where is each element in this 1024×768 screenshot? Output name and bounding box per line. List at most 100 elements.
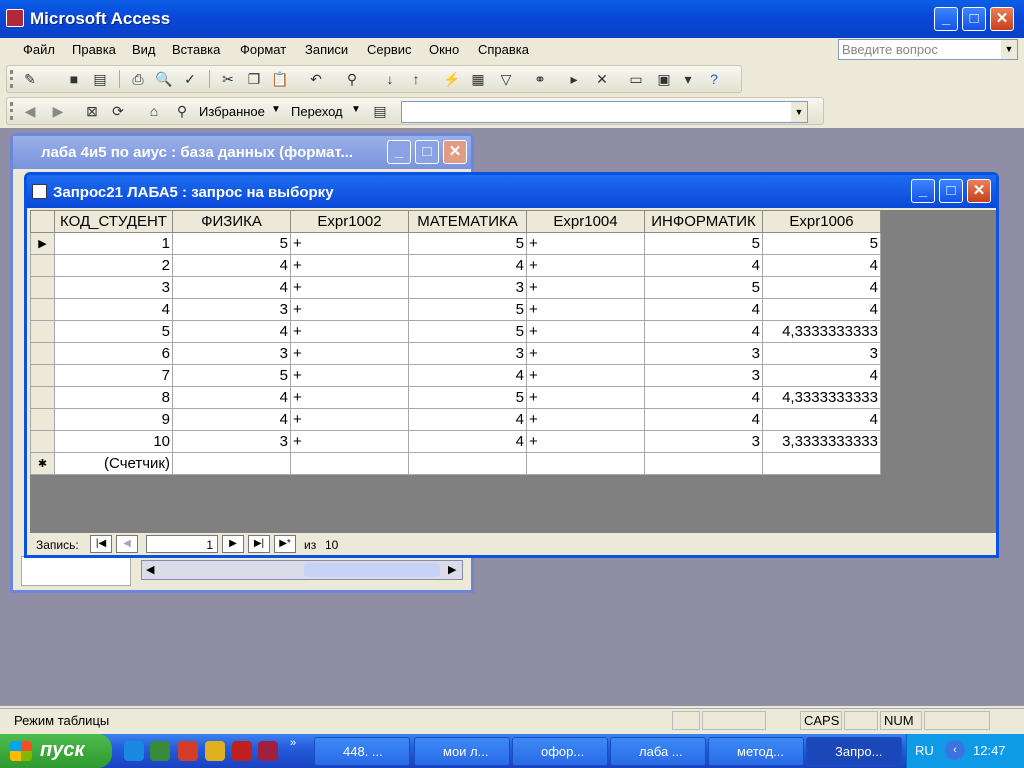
table-cell[interactable]: 3 — [172, 342, 291, 365]
menu-records[interactable]: Записи — [305, 42, 348, 57]
record-selector[interactable] — [30, 342, 55, 365]
query-window[interactable]: Запрос21 ЛАБА5 : запрос на выборку _ □ ✕… — [24, 172, 999, 558]
cut-icon[interactable]: ✂ — [217, 68, 239, 90]
go-menu[interactable]: Переход — [291, 104, 343, 119]
chevron-down-icon[interactable]: ▼ — [351, 104, 361, 115]
maximize-button[interactable]: □ — [415, 140, 439, 164]
column-header[interactable]: ФИЗИКА — [172, 210, 291, 233]
previous-record-button[interactable]: ◀ — [116, 535, 138, 553]
save-icon[interactable]: ■ — [63, 68, 85, 90]
table-cell[interactable]: 4 — [54, 298, 173, 321]
favorites-menu[interactable]: Избранное — [199, 104, 265, 119]
table-cell[interactable]: + — [290, 232, 409, 255]
table-cell[interactable]: + — [290, 320, 409, 343]
table-cell[interactable]: 4 — [408, 254, 527, 277]
show-only-web-toolbar-icon[interactable]: ▤ — [369, 100, 391, 122]
forward-icon[interactable]: ▶ — [47, 100, 69, 122]
current-record-indicator[interactable]: ▶ — [30, 232, 55, 255]
taskbar-button[interactable]: метод... — [708, 737, 804, 766]
last-record-button[interactable]: ▶| — [248, 535, 270, 553]
table-cell[interactable]: 5 — [408, 320, 527, 343]
table-cell[interactable]: 4 — [762, 364, 881, 387]
table-cell[interactable]: 4 — [762, 276, 881, 299]
table-cell[interactable]: + — [290, 276, 409, 299]
table-cell[interactable]: 4 — [172, 386, 291, 409]
stop-icon[interactable]: ⊠ — [81, 100, 103, 122]
table-cell[interactable]: 2 — [54, 254, 173, 277]
table-cell[interactable]: 5 — [408, 298, 527, 321]
column-header[interactable]: КОД_СТУДЕНТ — [54, 210, 173, 233]
winamp-icon[interactable] — [205, 741, 225, 761]
maximize-button[interactable]: □ — [962, 7, 986, 31]
ask-question-box[interactable]: Введите вопрос ▼ — [838, 39, 1018, 60]
table-cell[interactable]: 4 — [172, 254, 291, 277]
column-header[interactable]: Expr1004 — [526, 210, 645, 233]
menu-window[interactable]: Окно — [429, 42, 459, 57]
table-cell[interactable]: 4 — [172, 276, 291, 299]
table-cell[interactable] — [290, 452, 409, 475]
table-cell[interactable]: 4 — [644, 298, 763, 321]
table-cell[interactable]: 5 — [172, 364, 291, 387]
new-record-button[interactable]: ▶* — [274, 535, 296, 553]
opera-icon[interactable] — [178, 741, 198, 761]
scroll-thumb[interactable] — [304, 563, 440, 577]
new-record-icon[interactable]: ▸ — [563, 68, 585, 90]
table-cell[interactable]: 5 — [172, 232, 291, 255]
language-indicator[interactable]: RU — [915, 743, 934, 758]
table-cell[interactable]: 3 — [172, 430, 291, 453]
chevron-right-icon[interactable]: » — [290, 737, 296, 749]
print-preview-icon[interactable]: 🔍 — [153, 68, 175, 90]
chevron-down-icon[interactable]: ▼ — [271, 104, 281, 115]
table-cell[interactable]: 3 — [762, 342, 881, 365]
table-cell[interactable]: 3 — [408, 342, 527, 365]
table-cell[interactable]: + — [526, 232, 645, 255]
horizontal-scrollbar[interactable]: ◀ ▶ — [141, 560, 463, 580]
table-cell[interactable]: + — [526, 386, 645, 409]
table-cell[interactable]: 10 — [54, 430, 173, 453]
table-cell[interactable]: 3 — [644, 364, 763, 387]
minimize-button[interactable]: _ — [387, 140, 411, 164]
copy-icon[interactable]: ❐ — [243, 68, 265, 90]
menu-help[interactable]: Справка — [478, 42, 529, 57]
record-selector[interactable] — [30, 386, 55, 409]
database-window-icon[interactable]: ▭ — [625, 68, 647, 90]
filter-by-selection-icon[interactable]: ⚡ — [441, 68, 463, 90]
ie-icon[interactable] — [124, 741, 144, 761]
chevron-down-icon[interactable]: ▾ — [677, 68, 699, 90]
start-button[interactable]: пуск — [0, 734, 112, 768]
menu-file[interactable]: Файл — [23, 42, 55, 57]
table-cell[interactable]: + — [290, 298, 409, 321]
record-selector[interactable] — [30, 430, 55, 453]
table-cell[interactable]: + — [526, 298, 645, 321]
table-cell[interactable] — [526, 452, 645, 475]
back-icon[interactable]: ◀ — [19, 100, 41, 122]
close-button[interactable]: ✕ — [967, 179, 991, 203]
record-selector[interactable] — [30, 276, 55, 299]
table-cell[interactable]: + — [526, 364, 645, 387]
table-cell[interactable]: 5 — [762, 232, 881, 255]
table-cell[interactable]: 3 — [408, 276, 527, 299]
table-row[interactable]: 6 3 +3 +3 3 — [30, 342, 881, 365]
taskbar-button[interactable]: 448. ... — [314, 737, 410, 766]
column-header[interactable]: Expr1006 — [762, 210, 881, 233]
table-cell[interactable] — [408, 452, 527, 475]
table-cell[interactable]: + — [290, 364, 409, 387]
table-row[interactable]: ▶ 1 5 +5 +5 5 — [30, 232, 881, 255]
taskbar-button[interactable]: мои л... — [414, 737, 510, 766]
table-row[interactable]: 2 4 +4 +4 4 — [30, 254, 881, 277]
select-all-cell[interactable] — [30, 210, 55, 233]
new-record-row[interactable]: ✱ (Счетчик) — [30, 452, 881, 475]
table-row[interactable]: 5 4 +5 +4 4,3333333333 — [30, 320, 881, 343]
taskbar-button[interactable]: офор... — [512, 737, 608, 766]
table-cell[interactable]: 4 — [644, 386, 763, 409]
spelling-icon[interactable]: ✓ — [179, 68, 201, 90]
table-cell[interactable]: 3 — [644, 342, 763, 365]
menu-view[interactable]: Вид — [132, 42, 156, 57]
record-selector[interactable] — [30, 298, 55, 321]
chevron-left-icon[interactable]: ‹ — [945, 740, 965, 760]
sort-descending-icon[interactable]: ↑ — [405, 68, 427, 90]
table-cell[interactable]: 3 — [172, 298, 291, 321]
record-selector[interactable] — [30, 364, 55, 387]
minimize-button[interactable]: _ — [911, 179, 935, 203]
table-cell[interactable]: 5 — [408, 386, 527, 409]
